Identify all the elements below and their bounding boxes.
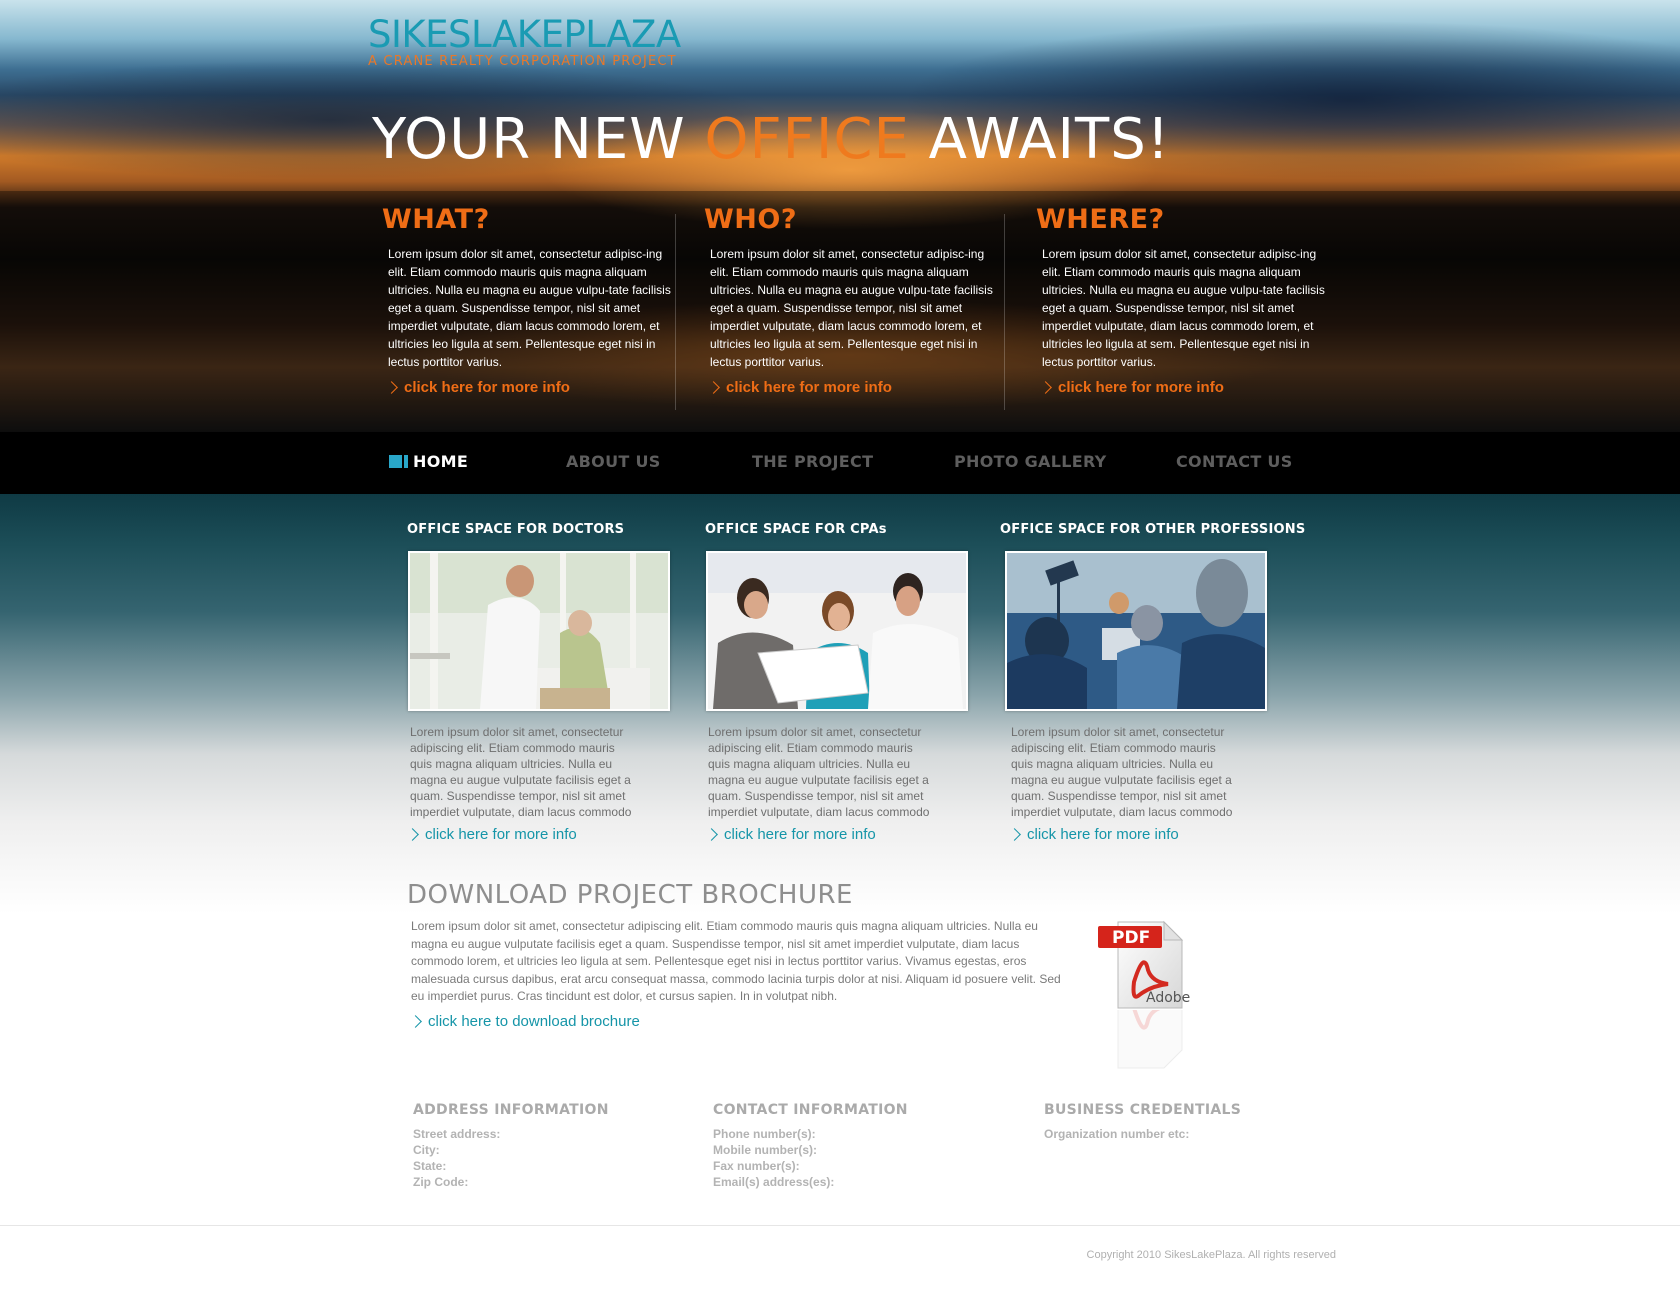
info-line: Zip Code:	[413, 1175, 469, 1189]
chevron-right-icon	[1039, 381, 1052, 394]
info-line: Mobile number(s):	[713, 1143, 817, 1157]
address-information: ADDRESS INFORMATION Street address: City…	[413, 1102, 609, 1190]
info-line: Phone number(s):	[713, 1127, 816, 1141]
nav-item-about-us[interactable]: ABOUT US	[566, 452, 661, 471]
column-divider	[1004, 214, 1005, 410]
info-line: Email(s) address(es):	[713, 1175, 835, 1189]
info-title: BUSINESS CREDENTIALS	[1044, 1102, 1242, 1118]
nav-item-the-project[interactable]: THE PROJECT	[752, 452, 873, 471]
copyright-text: Copyright 2010 SikesLakePlaza. All right…	[1086, 1249, 1336, 1261]
nav-item-contact-us[interactable]: CONTACT US	[1176, 452, 1293, 471]
download-brochure-label: click here to download brochure	[428, 1013, 640, 1030]
home-marker-icon	[404, 455, 408, 468]
hero-column-text: Lorem ipsum dolor sit amet, consectetur …	[1042, 247, 1325, 369]
hero-column-text: Lorem ipsum dolor sit amet, consectetur …	[710, 247, 993, 369]
download-brochure-link[interactable]: click here to download brochure	[409, 1013, 640, 1030]
service-title: OFFICE SPACE FOR DOCTORS	[407, 522, 625, 537]
cpa-meeting-image	[708, 553, 966, 709]
home-marker-icon	[389, 455, 402, 468]
hero-banner: SIKESLAKEPLAZA A CRANE REALTY CORPORATIO…	[0, 0, 1680, 432]
main-nav: HOME ABOUT US THE PROJECT PHOTO GALLERY …	[0, 432, 1680, 494]
info-line: Organization number etc:	[1044, 1127, 1190, 1141]
doctors-photo[interactable]	[408, 551, 670, 711]
more-info-link[interactable]: click here for more info	[1008, 826, 1179, 843]
chevron-right-icon	[409, 1015, 422, 1028]
hero-column-title: WHAT?	[382, 204, 490, 235]
more-info-link[interactable]: click here for more info	[1039, 379, 1332, 396]
service-other-professions: OFFICE SPACE FOR OTHER PROFESSIONS	[1000, 522, 1306, 537]
more-info-link[interactable]: click here for more info	[707, 379, 1000, 396]
headline-accent: OFFICE	[704, 107, 910, 172]
chevron-right-icon	[705, 828, 718, 841]
hero-column-text: Lorem ipsum dolor sit amet, consectetur …	[388, 247, 671, 369]
pdf-download-icon[interactable]: PDF Adobe	[1098, 920, 1190, 1010]
service-text: Lorem ipsum dolor sit amet, consectetur …	[1011, 725, 1233, 819]
chevron-right-icon	[385, 381, 398, 394]
info-line: City:	[413, 1143, 440, 1157]
cpas-photo[interactable]	[706, 551, 968, 711]
hero-headline: YOUR NEW OFFICE AWAITS!	[372, 106, 1170, 174]
more-info-label: click here for more info	[726, 379, 892, 396]
info-title: CONTACT INFORMATION	[713, 1102, 908, 1118]
professions-photo[interactable]	[1005, 551, 1267, 711]
more-info-link[interactable]: click here for more info	[406, 826, 577, 843]
hero-column-where: WHERE? Lorem ipsum dolor sit amet, conse…	[1036, 204, 1332, 396]
chevron-right-icon	[406, 828, 419, 841]
chevron-right-icon	[1008, 828, 1021, 841]
service-text: Lorem ipsum dolor sit amet, consectetur …	[708, 725, 930, 819]
info-line: Fax number(s):	[713, 1159, 800, 1173]
pdf-label: PDF	[1112, 928, 1151, 948]
site-logo[interactable]: SIKESLAKEPLAZA A CRANE REALTY CORPORATIO…	[368, 13, 681, 70]
more-info-link[interactable]: click here for more info	[385, 379, 678, 396]
info-title: ADDRESS INFORMATION	[413, 1102, 609, 1118]
pdf-brand: Adobe	[1146, 990, 1191, 1006]
business-credentials: BUSINESS CREDENTIALS Organization number…	[1044, 1102, 1241, 1142]
service-doctors: OFFICE SPACE FOR DOCTORS	[407, 522, 677, 537]
brochure-title: DOWNLOAD PROJECT BROCHURE	[407, 880, 853, 910]
more-info-link[interactable]: click here for more info	[705, 826, 876, 843]
nav-label: HOME	[413, 452, 469, 471]
info-line: State:	[413, 1159, 447, 1173]
hero-column-title: WHERE?	[1036, 204, 1165, 235]
pdf-icon-reflection	[1098, 1010, 1184, 1070]
doctor-patient-image	[410, 553, 668, 709]
chevron-right-icon	[707, 381, 720, 394]
logo-tagline: A CRANE REALTY CORPORATION PROJECT	[368, 54, 677, 69]
nav-item-photo-gallery[interactable]: PHOTO GALLERY	[954, 452, 1107, 471]
nav-item-home[interactable]: HOME	[389, 452, 468, 471]
hero-column-what: WHAT? Lorem ipsum dolor sit amet, consec…	[382, 204, 678, 396]
hero-column-who: WHO? Lorem ipsum dolor sit amet, consect…	[704, 204, 1000, 396]
more-info-label: click here for more info	[404, 379, 570, 396]
footer-divider	[0, 1225, 1680, 1226]
brochure-text: Lorem ipsum dolor sit amet, consectetur …	[411, 919, 1061, 1003]
headline-post: AWAITS!	[909, 107, 1171, 172]
more-info-label: click here for more info	[724, 826, 876, 843]
service-text: Lorem ipsum dolor sit amet, consectetur …	[410, 725, 632, 819]
logo-name: SIKESLAKEPLAZA	[368, 13, 681, 56]
contact-information: CONTACT INFORMATION Phone number(s): Mob…	[713, 1102, 908, 1190]
service-title: OFFICE SPACE FOR OTHER PROFESSIONS	[1000, 522, 1306, 537]
more-info-label: click here for more info	[1058, 379, 1224, 396]
column-divider	[675, 214, 676, 410]
more-info-label: click here for more info	[1027, 826, 1179, 843]
service-cpas: OFFICE SPACE FOR CPAs	[705, 522, 975, 537]
office-workers-image	[1007, 553, 1265, 709]
more-info-label: click here for more info	[425, 826, 577, 843]
info-line: Street address:	[413, 1127, 501, 1141]
hero-column-title: WHO?	[704, 204, 797, 235]
service-title: OFFICE SPACE FOR CPAs	[705, 522, 887, 537]
headline-pre: YOUR NEW	[372, 107, 705, 172]
